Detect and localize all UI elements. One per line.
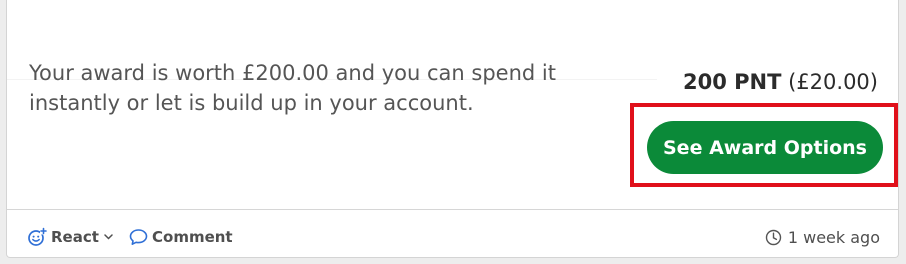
comment-label: Comment xyxy=(152,228,233,246)
see-award-options-button[interactable]: See Award Options xyxy=(647,121,883,174)
post-timestamp: 1 week ago xyxy=(765,226,880,248)
clock-icon xyxy=(765,229,782,246)
react-label: React xyxy=(51,228,99,246)
react-button[interactable]: React xyxy=(27,226,113,248)
award-cash-value: (£20.00) xyxy=(788,70,878,94)
smiley-plus-icon xyxy=(27,227,47,247)
award-value: 200 PNT (£20.00) xyxy=(683,70,878,94)
chevron-down-icon xyxy=(104,234,113,240)
award-points: 200 PNT xyxy=(683,70,782,94)
footer-divider xyxy=(7,209,898,210)
award-card: Your award is worth £200.00 and you can … xyxy=(6,0,899,258)
speech-bubble-icon xyxy=(129,228,148,246)
award-description: Your award is worth £200.00 and you can … xyxy=(29,61,556,115)
comment-button[interactable]: Comment xyxy=(129,226,233,248)
timestamp-label: 1 week ago xyxy=(787,227,880,247)
